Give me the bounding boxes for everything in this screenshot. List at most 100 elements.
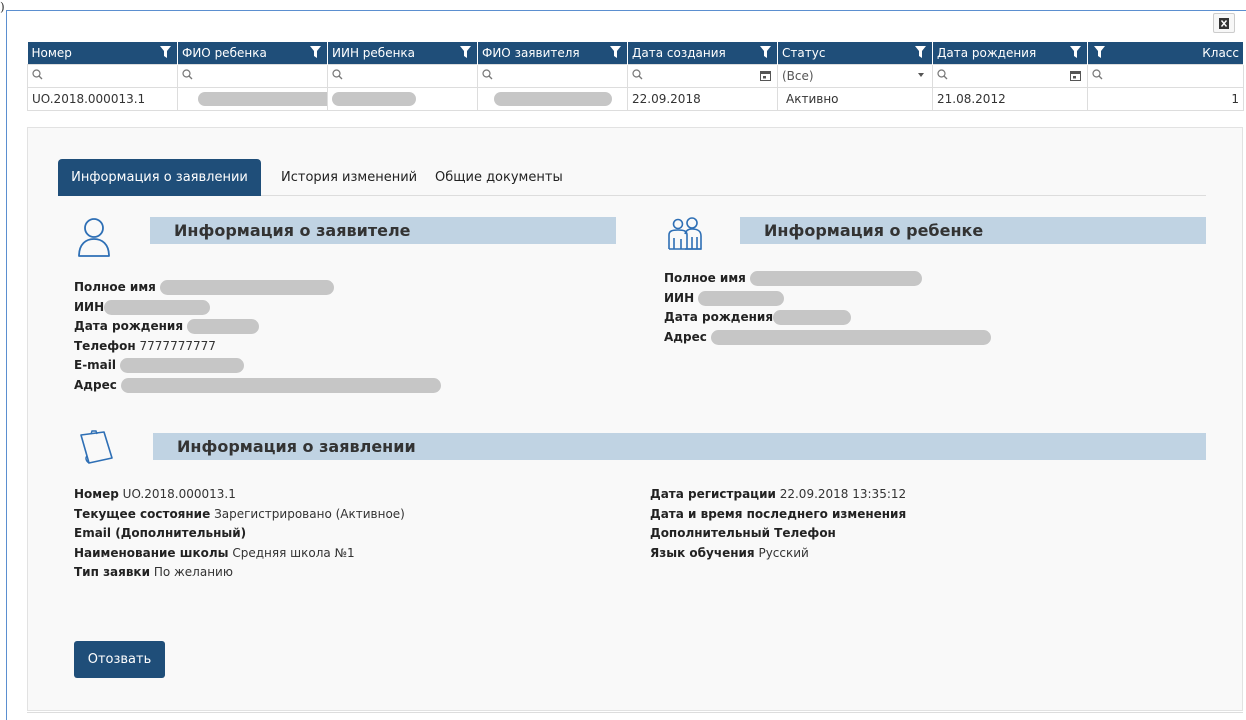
column-label: Дата рождения xyxy=(937,45,1037,60)
applicant-address-label: Адрес xyxy=(74,377,117,392)
app-school-label: Наименование школы xyxy=(74,545,229,560)
app-language-label: Язык обучения xyxy=(650,545,755,560)
note-icon xyxy=(80,430,113,464)
excel-icon xyxy=(1219,17,1229,29)
column-label: ФИО ребенка xyxy=(182,45,267,60)
filter-icon[interactable] xyxy=(915,46,926,58)
filter-cell-applicant-name[interactable] xyxy=(477,63,628,88)
applicant-phone-label: Телефон xyxy=(74,338,136,353)
column-header-grade[interactable]: Класс xyxy=(1087,42,1244,64)
chevron-down-icon[interactable] xyxy=(918,72,924,77)
child-section-header: Информация о ребенке xyxy=(740,217,1206,244)
filter-cell-child-iin[interactable] xyxy=(327,63,478,88)
redacted-field xyxy=(159,280,334,295)
child-address-label: Адрес xyxy=(664,329,707,344)
filter-cell-created-date[interactable] xyxy=(627,63,778,88)
export-excel-button[interactable] xyxy=(1213,13,1235,33)
app-number-value: UO.2018.000013.1 xyxy=(122,487,236,501)
applicant-full-name-label: Полное имя xyxy=(74,280,156,294)
applicant-email-label: E-mail xyxy=(74,358,117,372)
column-label: Статус xyxy=(782,45,826,60)
redacted-field xyxy=(773,310,852,325)
redacted-field xyxy=(332,91,416,106)
cell-number: UO.2018.000013.1 xyxy=(27,86,178,111)
column-label: Дата создания xyxy=(632,45,726,60)
filter-icon[interactable] xyxy=(460,46,471,58)
tab-application-info[interactable]: Информация о заявлении xyxy=(58,159,261,196)
cell-child-iin-redacted xyxy=(327,86,478,111)
filter-icon[interactable] xyxy=(310,46,321,58)
detail-tabs: Информация о заявлении История изменений… xyxy=(58,159,1206,196)
applicant-birth-label: Дата рождения xyxy=(74,319,184,333)
app-last-change-label: Дата и время последнего изменения xyxy=(650,506,907,521)
column-header-number[interactable]: Номер xyxy=(27,42,178,64)
redacted-field xyxy=(104,299,211,315)
cell-created-date: 22.09.2018 xyxy=(627,86,778,111)
tab-common-documents[interactable]: Общие документы xyxy=(421,159,577,196)
filter-cell-child-name[interactable] xyxy=(177,63,328,88)
app-email-label: Email (Дополнительный) xyxy=(74,526,247,540)
applications-grid: Номер ФИО ребенка ИИН ребенка ФИО заявит… xyxy=(27,42,1244,111)
column-label: Номер xyxy=(31,45,72,60)
app-number-label: Номер xyxy=(74,487,119,501)
filter-cell-grade[interactable] xyxy=(1087,63,1244,88)
cell-grade: 1 xyxy=(1087,86,1244,111)
column-label: Класс xyxy=(1202,45,1239,60)
search-icon xyxy=(632,68,643,79)
cell-birth-date: 21.08.2012 xyxy=(932,86,1088,111)
table-row[interactable]: UO.2018.000013.1 22.09.2018 Активно 21.0… xyxy=(27,86,1244,111)
application-details-right: Дата регистрации 22.09.2018 13:35:12 Дат… xyxy=(650,485,906,563)
redacted-field xyxy=(186,319,259,334)
applicant-iin-label: ИИН xyxy=(74,299,105,314)
column-header-birth-date[interactable]: Дата рождения xyxy=(932,42,1088,64)
column-header-created-date[interactable]: Дата создания xyxy=(627,42,778,64)
column-header-applicant-name[interactable]: ФИО заявителя xyxy=(477,42,628,64)
corner-mark: ) xyxy=(0,0,5,14)
child-birth-label: Дата рождения xyxy=(664,310,774,324)
app-type-value: По желанию xyxy=(153,565,233,579)
application-details-left: Номер UO.2018.000013.1 Текущее состояние… xyxy=(74,485,405,583)
column-header-child-iin[interactable]: ИИН ребенка xyxy=(327,42,478,64)
tab-change-history[interactable]: История изменений xyxy=(267,159,431,196)
app-language-value: Русский xyxy=(758,545,809,560)
app-school-value: Средняя школа №1 xyxy=(232,545,355,560)
redacted-field xyxy=(494,91,612,106)
filter-icon[interactable] xyxy=(1094,46,1105,58)
child-full-name-label: Полное имя xyxy=(664,271,746,285)
filter-cell-birth-date[interactable] xyxy=(932,63,1088,88)
column-header-status[interactable]: Статус xyxy=(777,42,933,64)
app-state-label: Текущее состояние xyxy=(74,506,211,521)
redacted-field xyxy=(119,358,244,373)
search-icon xyxy=(332,68,343,79)
search-icon xyxy=(182,68,193,79)
filter-icon[interactable] xyxy=(760,46,771,58)
filter-icon[interactable] xyxy=(1070,46,1081,58)
redacted-field xyxy=(749,271,922,286)
child-details: Полное имя ИИН Дата рождения Адрес xyxy=(664,269,991,347)
redacted-field xyxy=(120,377,441,393)
revoke-button[interactable]: Отозвать xyxy=(74,641,165,678)
filter-cell-number[interactable] xyxy=(27,63,178,88)
filter-icon[interactable] xyxy=(160,46,171,58)
search-icon xyxy=(937,68,948,79)
bottom-divider xyxy=(27,712,1243,713)
column-label: ФИО заявителя xyxy=(482,45,580,60)
cell-applicant-name-redacted xyxy=(477,86,628,111)
column-label: ИИН ребенка xyxy=(332,45,416,60)
detail-panel: Информация о заявлении История изменений… xyxy=(27,127,1243,711)
redacted-field xyxy=(710,329,991,345)
column-header-child-name[interactable]: ФИО ребенка xyxy=(177,42,328,64)
grid-header-row: Номер ФИО ребенка ИИН ребенка ФИО заявит… xyxy=(27,42,1244,64)
applicant-details: Полное имя ИИН Дата рождения Телефон 777… xyxy=(74,278,441,395)
status-filter-select[interactable]: (Все) xyxy=(782,69,814,83)
calendar-icon[interactable] xyxy=(760,70,771,81)
redacted-field xyxy=(198,91,327,106)
cell-status: Активно xyxy=(777,86,933,111)
filter-cell-status[interactable]: (Все) xyxy=(777,63,933,88)
user-icon xyxy=(78,218,110,257)
calendar-icon[interactable] xyxy=(1070,70,1081,81)
filter-icon[interactable] xyxy=(610,46,621,58)
app-extra-phone-label: Дополнительный Телефон xyxy=(650,526,836,540)
search-icon xyxy=(482,68,493,79)
cell-child-name-redacted xyxy=(177,86,328,111)
